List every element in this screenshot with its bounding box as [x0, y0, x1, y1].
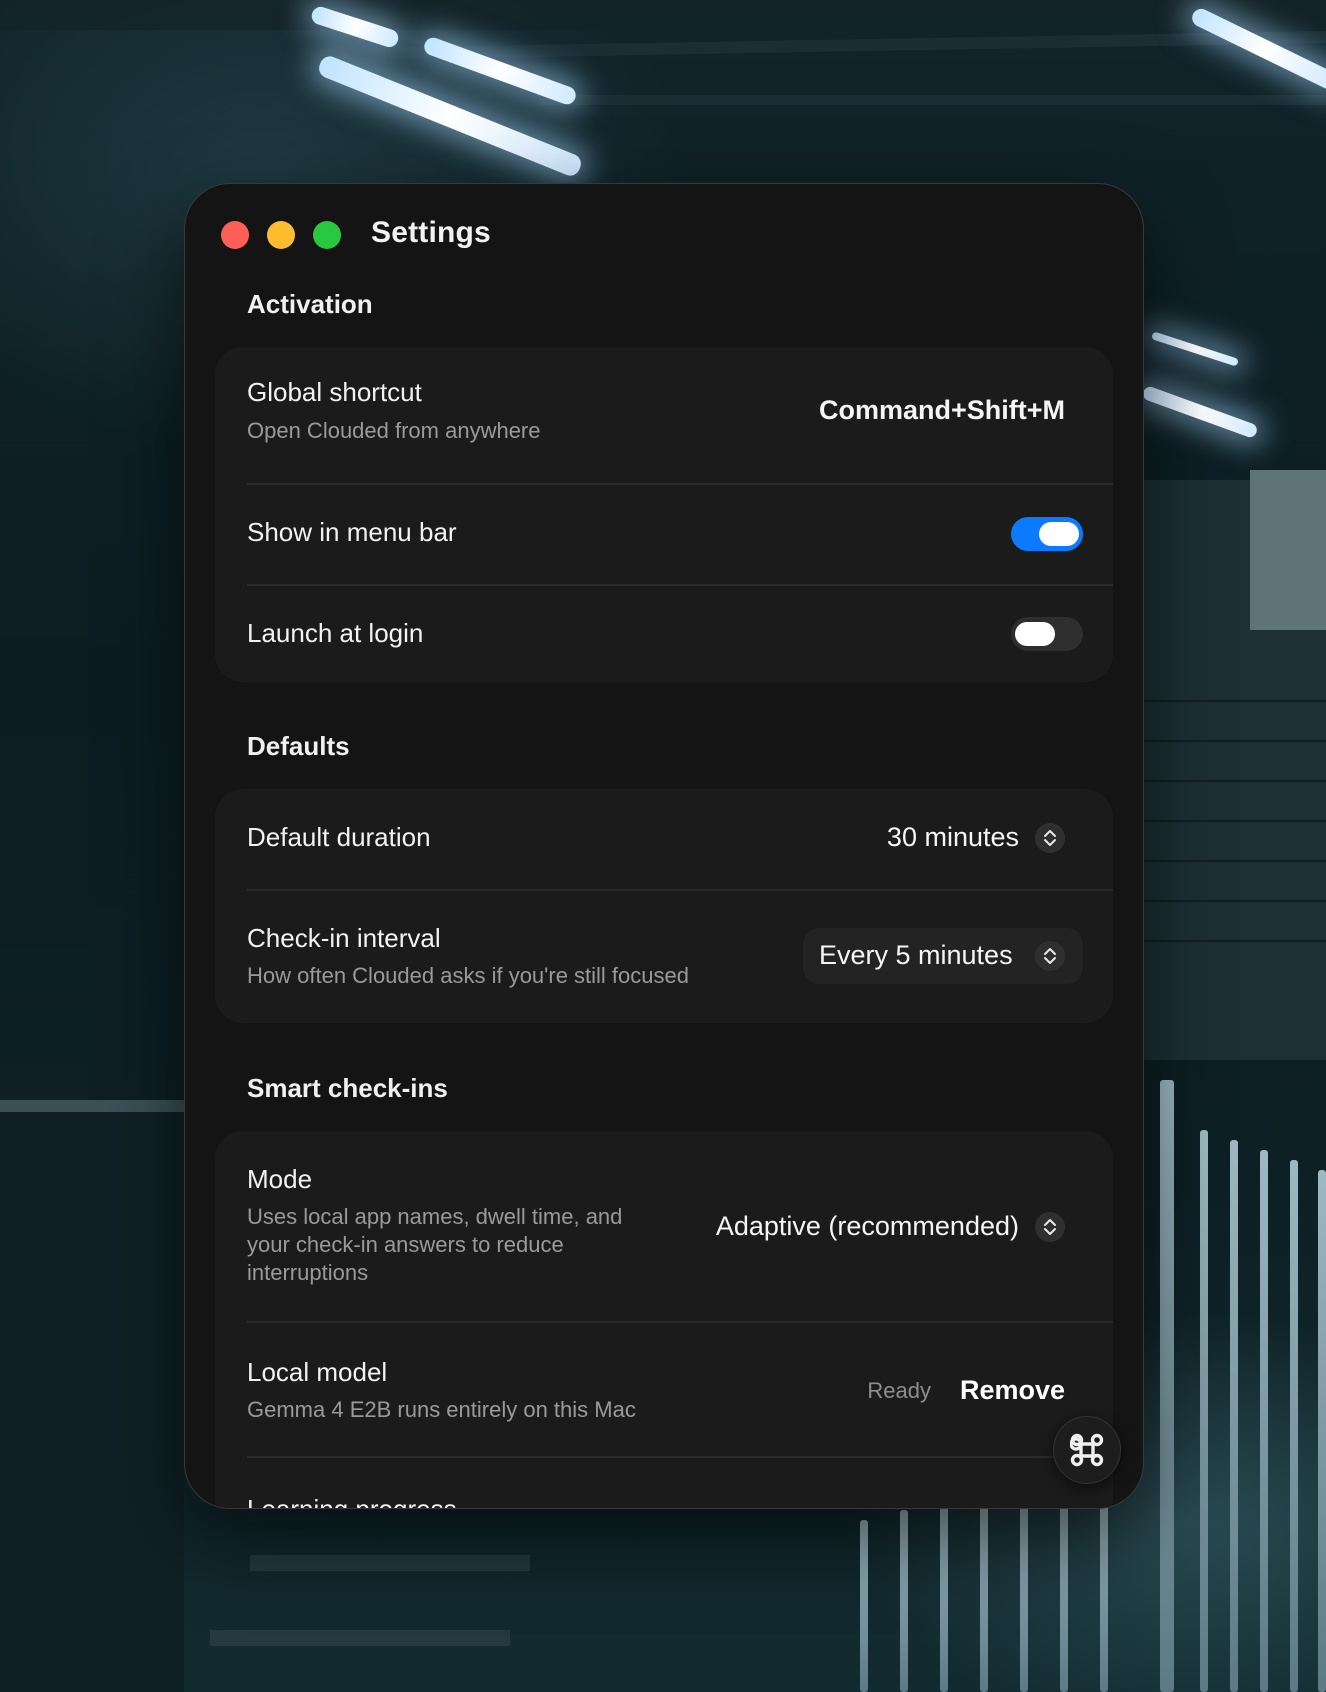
section-title-defaults: Defaults — [247, 731, 350, 761]
global-shortcut-description: Open Clouded from anywhere — [247, 418, 541, 443]
show-in-menu-bar-row: Show in menu bar — [215, 484, 1113, 584]
chevron-up-down-icon — [1035, 1212, 1065, 1242]
mode-description: Uses local app names, dwell time, and yo… — [247, 1204, 623, 1285]
chevron-up-down-icon — [1035, 941, 1065, 971]
settings-content: Activation Global shortcut Open Clouded … — [185, 184, 1143, 1508]
section-title-smart-check-ins: Smart check-ins — [247, 1073, 448, 1103]
show-in-menu-bar-label: Show in menu bar — [247, 517, 457, 547]
defaults-card: Default duration 30 minutes Check-in int… — [215, 789, 1113, 1023]
learning-progress-label: Learning progress — [247, 1494, 457, 1509]
activation-card: Global shortcut Open Clouded from anywhe… — [215, 347, 1113, 682]
toggle-knob — [1039, 522, 1079, 546]
launch-at-login-label: Launch at login — [247, 618, 424, 648]
shortcut-recorder[interactable]: Command+Shift+M — [819, 395, 1065, 426]
settings-window: Settings Activation Global shortcut Open… — [184, 183, 1144, 1509]
mode-label: Mode — [247, 1164, 313, 1194]
launch-at-login-row: Launch at login — [215, 585, 1113, 682]
launch-at-login-toggle[interactable] — [1011, 617, 1083, 651]
command-key-button[interactable] — [1053, 1416, 1121, 1484]
toggle-knob — [1015, 622, 1055, 646]
section-title-activation: Activation — [247, 289, 373, 319]
remove-model-button[interactable]: Remove — [960, 1375, 1065, 1406]
learning-progress-row: Learning progress — [215, 1457, 1113, 1509]
default-duration-label: Default duration — [247, 822, 431, 852]
chevron-up-down-icon — [1035, 823, 1065, 853]
mode-value: Adaptive (recommended) — [715, 1211, 1019, 1241]
local-model-status: Ready — [867, 1378, 931, 1403]
check-in-interval-label: Check-in interval — [247, 923, 441, 953]
global-shortcut-label: Global shortcut — [247, 377, 422, 407]
local-model-description: Gemma 4 E2B runs entirely on this Mac — [247, 1397, 636, 1422]
local-model-row: Local model Gemma 4 E2B runs entirely on… — [215, 1322, 1113, 1456]
default-duration-value: 30 minutes — [886, 822, 1019, 852]
check-in-interval-value: Every 5 minutes — [819, 940, 1013, 970]
default-duration-row: Default duration 30 minutes — [215, 789, 1113, 889]
check-in-interval-description: How often Clouded asks if you're still f… — [247, 963, 689, 988]
check-in-interval-row: Check-in interval How often Clouded asks… — [215, 890, 1113, 1023]
mode-row: Mode Uses local app names, dwell time, a… — [215, 1131, 1113, 1321]
smart-check-ins-card: Mode Uses local app names, dwell time, a… — [215, 1131, 1113, 1509]
local-model-label: Local model — [247, 1357, 388, 1387]
show-in-menu-bar-toggle[interactable] — [1011, 517, 1083, 551]
command-key-icon — [1070, 1433, 1104, 1467]
check-in-interval-select[interactable]: Every 5 minutes — [803, 928, 1083, 984]
global-shortcut-row: Global shortcut Open Clouded from anywhe… — [215, 347, 1113, 483]
